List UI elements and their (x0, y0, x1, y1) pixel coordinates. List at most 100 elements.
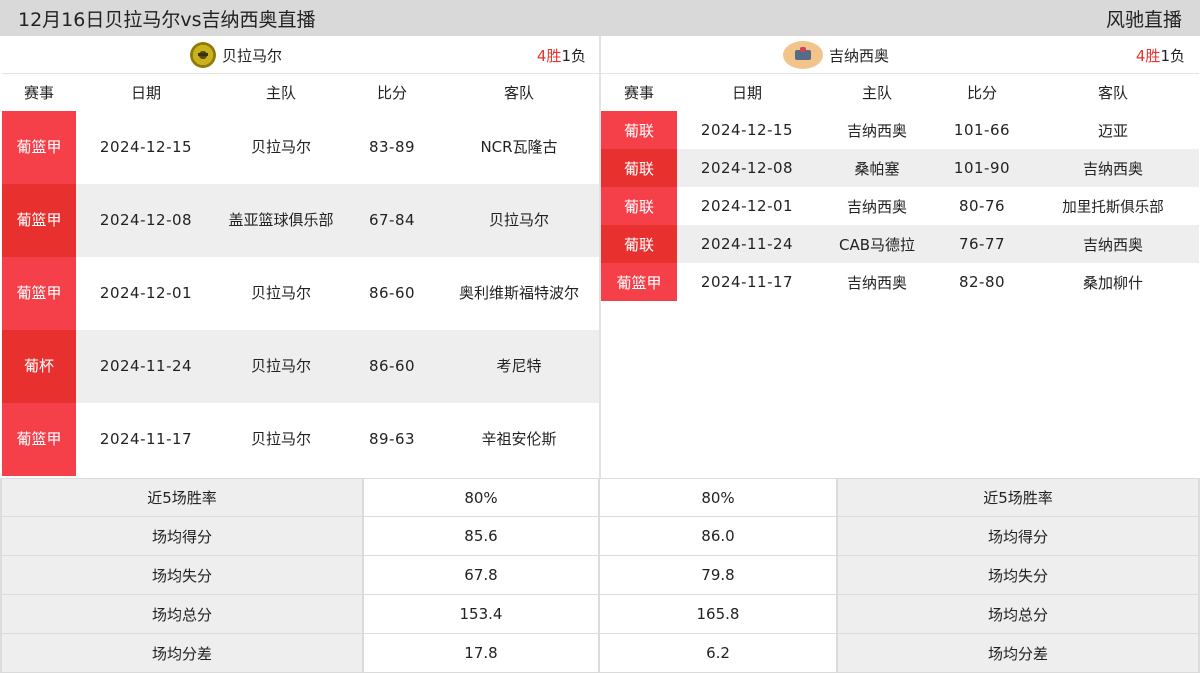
match-score: 82-80 (958, 273, 1006, 291)
col-league: 赛事 (623, 84, 654, 102)
match-row[interactable]: 葡篮甲 2024-11-17 吉纳西奥 82-80 桑加柳什 (601, 263, 1199, 301)
right-column-header: 赛事 日期 主队 比分 客队 (601, 74, 1199, 111)
match-row[interactable]: 葡篮甲 2024-12-15 贝拉马尔 83-89 NCR瓦隆古 (2, 111, 600, 184)
home-team[interactable]: 吉纳西奥 (817, 120, 937, 141)
league-badge: 葡杯 (2, 330, 76, 403)
away-team[interactable]: 奥利维斯福特波尔 (438, 276, 600, 311)
match-row[interactable]: 葡篮甲 2024-11-17 贝拉马尔 89-63 辛祖安伦斯 (2, 403, 600, 476)
stat-label-left: 场均总分 (0, 595, 364, 634)
home-team[interactable]: 桑帕塞 (817, 158, 937, 179)
page-title: 12月16日贝拉马尔vs吉纳西奥直播 (18, 9, 316, 31)
guimar-crest-icon (783, 41, 823, 69)
right-team-record: 4胜1负 (1136, 45, 1185, 66)
record-wins: 4 (1135, 47, 1146, 65)
left-team-panel: 贝拉马尔 4胜1负 赛事 日期 主队 比分 客队 葡篮甲 2024-12-15 … (2, 36, 600, 478)
match-date: 2024-11-24 (99, 357, 193, 375)
home-team[interactable]: 贝拉马尔 (216, 130, 346, 165)
stat-label-right: 场均分差 (838, 634, 1200, 673)
col-away: 客队 (1097, 84, 1128, 102)
record-losses: 1 (1160, 47, 1170, 65)
left-team-header: 贝拉马尔 4胜1负 (2, 36, 600, 74)
stat-label-left: 场均失分 (0, 556, 364, 595)
stat-row: 场均总分 153.4 165.8 场均总分 (0, 595, 1200, 634)
right-team-header: 吉纳西奥 4胜1负 (601, 36, 1199, 74)
stat-value-left: 85.6 (364, 517, 600, 556)
right-team-name[interactable]: 吉纳西奥 (829, 45, 889, 66)
left-team-record: 4胜1负 (537, 45, 586, 66)
col-away: 客队 (503, 84, 534, 102)
match-date: 2024-12-08 (700, 159, 794, 177)
away-team[interactable]: 迈亚 (1027, 120, 1199, 141)
record-wins: 4 (536, 47, 547, 65)
left-team-name[interactable]: 贝拉马尔 (222, 45, 282, 66)
stat-value-left: 67.8 (364, 556, 600, 595)
col-league: 赛事 (23, 84, 54, 102)
match-date: 2024-12-15 (99, 138, 193, 156)
belamar-crest-icon (190, 42, 216, 68)
league-badge: 葡篮甲 (2, 403, 76, 476)
home-team[interactable]: 贝拉马尔 (216, 349, 346, 384)
home-team[interactable]: 吉纳西奥 (817, 196, 937, 217)
away-team[interactable]: 吉纳西奥 (1027, 234, 1199, 255)
away-team[interactable]: 贝拉马尔 (438, 203, 600, 238)
match-date: 2024-11-17 (99, 430, 193, 448)
record-loss-label: 负 (1169, 47, 1185, 65)
match-row[interactable]: 葡篮甲 2024-12-01 贝拉马尔 86-60 奥利维斯福特波尔 (2, 257, 600, 330)
record-loss-label: 负 (570, 47, 586, 65)
right-match-list: 葡联 2024-12-15 吉纳西奥 101-66 迈亚 葡联 2024-12-… (601, 111, 1199, 301)
match-date: 2024-11-24 (700, 235, 794, 253)
away-team[interactable]: 桑加柳什 (1027, 272, 1199, 293)
record-win-label: 胜 (1145, 47, 1161, 65)
stat-label-right: 场均得分 (838, 517, 1200, 556)
match-score: 101-66 (953, 121, 1011, 139)
left-column-header: 赛事 日期 主队 比分 客队 (2, 74, 600, 111)
match-row[interactable]: 葡篮甲 2024-12-08 盖亚篮球俱乐部 67-84 贝拉马尔 (2, 184, 600, 257)
away-team[interactable]: 吉纳西奥 (1027, 158, 1199, 179)
league-badge: 葡联 (601, 111, 677, 149)
league-badge: 葡联 (601, 225, 677, 263)
match-row[interactable]: 葡联 2024-12-01 吉纳西奥 80-76 加里托斯俱乐部 (601, 187, 1199, 225)
stat-value-right: 80% (600, 479, 838, 517)
stat-label-left: 场均分差 (0, 634, 364, 673)
stat-value-left: 80% (364, 479, 600, 517)
away-team[interactable]: 辛祖安伦斯 (438, 422, 600, 457)
match-score: 80-76 (958, 197, 1006, 215)
col-score: 比分 (376, 84, 407, 102)
league-badge: 葡联 (601, 187, 677, 225)
stat-label-right: 场均总分 (838, 595, 1200, 634)
stat-row: 近5场胜率 80% 80% 近5场胜率 (0, 478, 1200, 517)
away-team[interactable]: NCR瓦隆古 (438, 130, 600, 165)
stats-comparison: 近5场胜率 80% 80% 近5场胜率 场均得分 85.6 86.0 场均得分 … (0, 478, 1200, 675)
match-row[interactable]: 葡联 2024-12-08 桑帕塞 101-90 吉纳西奥 (601, 149, 1199, 187)
league-badge: 葡篮甲 (2, 184, 76, 257)
stat-label-right: 近5场胜率 (838, 479, 1200, 517)
stat-value-right: 6.2 (600, 634, 838, 673)
col-date: 日期 (731, 84, 762, 102)
left-team-title: 贝拉马尔 (190, 36, 282, 74)
match-date: 2024-12-01 (700, 197, 794, 215)
match-row[interactable]: 葡杯 2024-11-24 贝拉马尔 86-60 考尼特 (2, 330, 600, 403)
home-team[interactable]: 盖亚篮球俱乐部 (216, 203, 346, 238)
match-score: 67-84 (368, 211, 416, 229)
stat-row: 场均失分 67.8 79.8 场均失分 (0, 556, 1200, 595)
away-team[interactable]: 考尼特 (438, 349, 600, 384)
record-losses: 1 (561, 47, 571, 65)
match-row[interactable]: 葡联 2024-12-15 吉纳西奥 101-66 迈亚 (601, 111, 1199, 149)
away-team[interactable]: 加里托斯俱乐部 (1027, 196, 1199, 217)
right-team-panel: 吉纳西奥 4胜1负 赛事 日期 主队 比分 客队 葡联 2024-12-15 吉… (601, 36, 1199, 478)
match-date: 2024-11-17 (700, 273, 794, 291)
home-team[interactable]: 贝拉马尔 (216, 276, 346, 311)
home-team[interactable]: CAB马德拉 (817, 234, 937, 255)
home-team[interactable]: 吉纳西奥 (817, 272, 937, 293)
league-badge: 葡联 (601, 149, 677, 187)
match-score: 83-89 (368, 138, 416, 156)
col-home: 主队 (861, 84, 892, 102)
top-bar: 12月16日贝拉马尔vs吉纳西奥直播 风驰直播 (0, 0, 1200, 36)
stat-label-left: 近5场胜率 (0, 479, 364, 517)
match-date: 2024-12-15 (700, 121, 794, 139)
match-row[interactable]: 葡联 2024-11-24 CAB马德拉 76-77 吉纳西奥 (601, 225, 1199, 263)
match-score: 76-77 (958, 235, 1006, 253)
home-team[interactable]: 贝拉马尔 (216, 422, 346, 457)
league-badge: 葡篮甲 (2, 111, 76, 184)
col-date: 日期 (130, 84, 161, 102)
